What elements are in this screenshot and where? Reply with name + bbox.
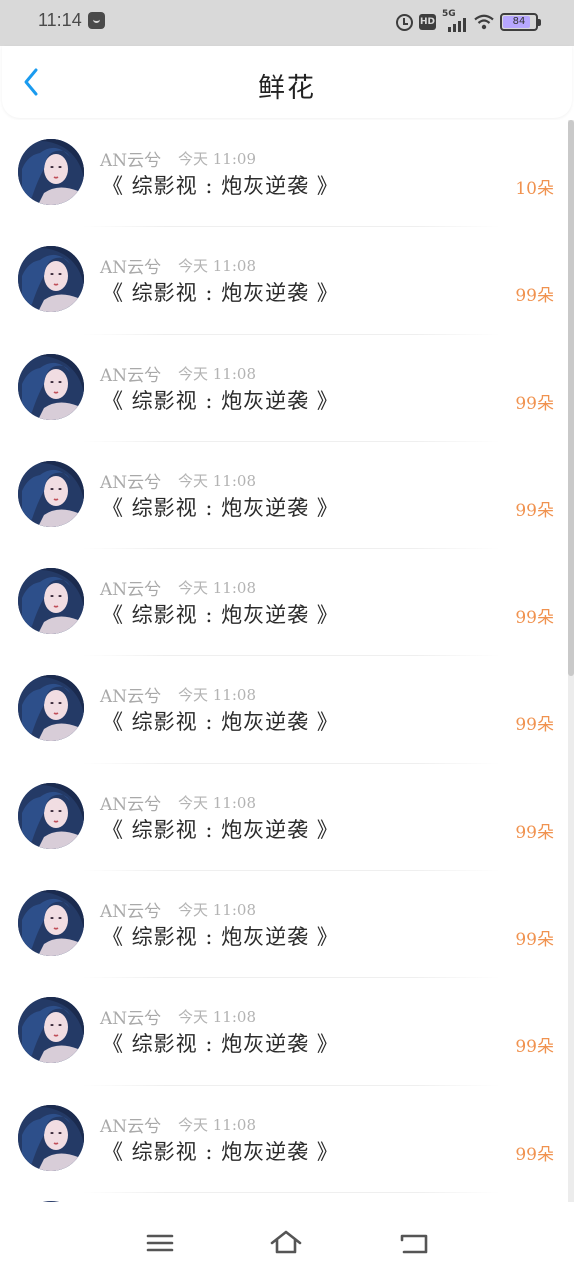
work-title: 《 综影视 : 炮灰逆袭 》 <box>102 281 339 306</box>
hd-icon: HD <box>419 14 436 30</box>
username: AN云兮 <box>100 1116 162 1137</box>
gift-time: 今天 11:08 <box>178 686 256 705</box>
home-icon <box>270 1230 302 1254</box>
flower-amount: 99朵 <box>515 715 554 736</box>
avatar[interactable] <box>18 1104 84 1171</box>
list-item[interactable]: AN云兮 今天 11:08 《 综影视 : 炮灰逆袭 》 99朵 <box>0 1086 568 1193</box>
avatar-image <box>18 890 84 957</box>
menu-button[interactable] <box>142 1228 178 1258</box>
gift-time: 今天 11:08 <box>178 1008 256 1027</box>
wifi-icon <box>474 14 494 30</box>
work-title: 《 综影视 : 炮灰逆袭 》 <box>102 495 339 520</box>
gift-time: 今天 11:08 <box>178 471 256 490</box>
list-item[interactable]: AN云兮 今天 11:08 《 综影视 : 炮灰逆袭 》 99朵 <box>0 549 568 657</box>
avatar-image <box>18 568 84 635</box>
avatar-image <box>18 139 84 205</box>
page-title: 鲜花 <box>258 73 316 104</box>
avatar-image <box>18 353 84 420</box>
avatar-image <box>18 782 84 849</box>
username: AN云兮 <box>100 902 162 923</box>
gift-time: 今天 11:08 <box>178 901 256 920</box>
signal-icon: 5G <box>442 9 468 32</box>
work-title: 《 综影视 : 炮灰逆袭 》 <box>102 817 339 842</box>
list-item[interactable]: AN云兮 今天 11:08 《 综影视 : 炮灰逆袭 》 99朵 <box>0 335 568 442</box>
work-title: 《 综影视 : 炮灰逆袭 》 <box>102 603 339 628</box>
list-item[interactable]: AN云兮 今天 11:08 《 综影视 : 炮灰逆袭 》 99朵 <box>0 764 568 872</box>
battery-level: 84 <box>512 16 526 27</box>
app-notification-icon <box>88 12 105 29</box>
work-title: 《 综影视 : 炮灰逆袭 》 <box>102 710 339 735</box>
flower-amount: 99朵 <box>515 1037 554 1058</box>
back-nav-button[interactable] <box>396 1228 432 1258</box>
header: 鲜花 <box>2 46 572 118</box>
work-title: 《 综影视 : 炮灰逆袭 》 <box>102 1032 339 1057</box>
scrollbar[interactable] <box>568 120 574 1202</box>
menu-icon <box>146 1234 174 1252</box>
list-item-partial[interactable] <box>0 1193 568 1202</box>
flower-amount: 99朵 <box>515 393 554 414</box>
avatar-image <box>18 460 84 527</box>
alarm-icon <box>396 13 413 31</box>
navigation-bar <box>0 1202 574 1280</box>
avatar[interactable] <box>18 675 84 742</box>
list-item[interactable]: AN云兮 今天 11:08 《 综影视 : 炮灰逆袭 》 99朵 <box>0 978 568 1086</box>
username: AN云兮 <box>100 687 162 708</box>
avatar[interactable] <box>18 997 84 1064</box>
avatar[interactable] <box>18 890 84 957</box>
list-item[interactable]: AN云兮 今天 11:08 《 综影视 : 炮灰逆袭 》 99朵 <box>0 656 568 764</box>
username: AN云兮 <box>100 794 162 815</box>
username: AN云兮 <box>100 365 162 386</box>
flower-amount: 99朵 <box>515 286 554 307</box>
avatar[interactable] <box>18 139 84 205</box>
avatar[interactable] <box>18 782 84 849</box>
status-bar: 11:14 HD 5G 84 <box>0 0 574 46</box>
username: AN云兮 <box>100 472 162 493</box>
status-icons: HD 5G 84 <box>396 9 541 33</box>
list-item[interactable]: AN云兮 今天 11:08 《 综影视 : 炮灰逆袭 》 99朵 <box>0 227 568 335</box>
avatar[interactable] <box>18 460 84 527</box>
flower-amount: 99朵 <box>515 1144 554 1165</box>
gift-list: AN云兮 今天 11:09 《 综影视 : 炮灰逆袭 》 10朵 AN云兮 今天… <box>0 120 568 1202</box>
gift-time: 今天 11:09 <box>178 150 256 168</box>
work-title: 《 综影视 : 炮灰逆袭 》 <box>102 1139 339 1164</box>
username: AN云兮 <box>100 580 162 601</box>
gift-time: 今天 11:08 <box>178 364 256 383</box>
username: AN云兮 <box>100 258 162 279</box>
home-button[interactable] <box>268 1228 304 1258</box>
work-title: 《 综影视 : 炮灰逆袭 》 <box>102 925 339 950</box>
avatar[interactable] <box>18 246 84 313</box>
battery-icon: 84 <box>500 13 541 31</box>
status-time: 11:14 <box>38 10 82 30</box>
gift-time: 今天 11:08 <box>178 579 256 598</box>
gift-time: 今天 11:08 <box>178 793 256 812</box>
avatar[interactable] <box>18 568 84 635</box>
avatar-image <box>18 1104 84 1171</box>
flower-amount: 99朵 <box>515 930 554 951</box>
gift-time: 今天 11:08 <box>178 1115 256 1134</box>
work-title: 《 综影视 : 炮灰逆袭 》 <box>102 388 339 413</box>
avatar-image <box>18 675 84 742</box>
flower-amount: 10朵 <box>515 179 554 199</box>
username: AN云兮 <box>100 151 162 171</box>
flower-amount: 99朵 <box>515 500 554 521</box>
list-item[interactable]: AN云兮 今天 11:08 《 综影视 : 炮灰逆袭 》 99朵 <box>0 442 568 550</box>
list-item[interactable]: AN云兮 今天 11:09 《 综影视 : 炮灰逆袭 》 10朵 <box>0 120 568 228</box>
avatar-image <box>18 997 84 1064</box>
avatar-image <box>18 246 84 313</box>
list-item[interactable]: AN云兮 今天 11:08 《 综影视 : 炮灰逆袭 》 99朵 <box>0 871 568 979</box>
scrollbar-thumb[interactable] <box>568 120 574 676</box>
back-icon <box>400 1234 428 1254</box>
avatar[interactable] <box>18 353 84 420</box>
work-title: 《 综影视 : 炮灰逆袭 》 <box>102 174 339 198</box>
list-area[interactable]: AN云兮 今天 11:09 《 综影视 : 炮灰逆袭 》 10朵 AN云兮 今天… <box>0 120 574 1202</box>
flower-amount: 99朵 <box>515 822 554 843</box>
flower-amount: 99朵 <box>515 608 554 629</box>
gift-time: 今天 11:08 <box>178 257 256 276</box>
username: AN云兮 <box>100 1009 162 1030</box>
